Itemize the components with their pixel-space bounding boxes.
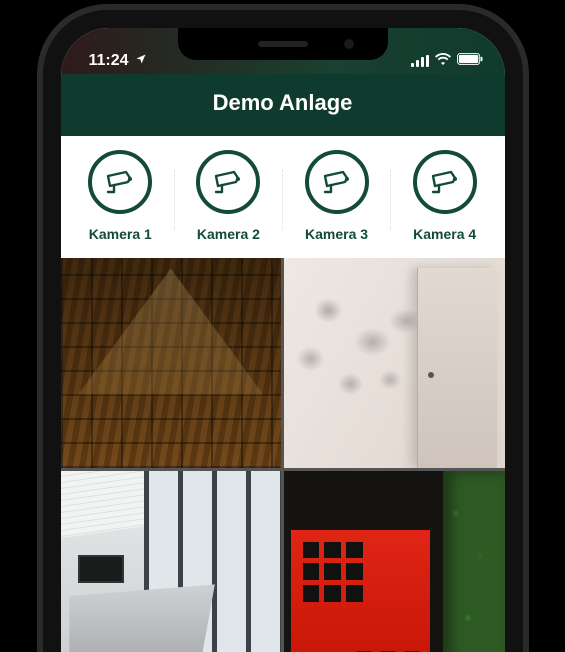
camera-icon bbox=[305, 150, 369, 214]
divider bbox=[390, 170, 391, 230]
camera-feed-2[interactable] bbox=[284, 258, 505, 468]
camera-tab-3[interactable]: Kamera 3 bbox=[287, 150, 387, 242]
divider bbox=[282, 170, 283, 230]
camera-label: Kamera 3 bbox=[305, 226, 368, 242]
camera-icon bbox=[196, 150, 260, 214]
camera-tab-2[interactable]: Kamera 2 bbox=[178, 150, 278, 242]
camera-feed-3[interactable] bbox=[61, 471, 282, 652]
camera-label: Kamera 1 bbox=[89, 226, 152, 242]
camera-feeds-grid bbox=[61, 258, 505, 652]
camera-tab-4[interactable]: Kamera 4 bbox=[395, 150, 495, 242]
camera-feed-4[interactable] bbox=[284, 471, 505, 652]
phone-screen: 11:24 bbox=[61, 28, 505, 652]
camera-icon bbox=[413, 150, 477, 214]
app-header: Demo Anlage bbox=[61, 74, 505, 136]
cellular-icon bbox=[411, 55, 429, 67]
status-time: 11:24 bbox=[89, 52, 129, 70]
camera-label: Kamera 4 bbox=[413, 226, 476, 242]
frame-background: 11:24 bbox=[0, 0, 565, 652]
device-notch bbox=[178, 28, 388, 60]
wifi-icon bbox=[435, 52, 451, 70]
camera-feed-1[interactable] bbox=[61, 258, 282, 468]
camera-tab-1[interactable]: Kamera 1 bbox=[70, 150, 170, 242]
camera-picker-row: Kamera 1 Kamera 2 bbox=[61, 136, 505, 258]
page-title: Demo Anlage bbox=[213, 90, 353, 115]
divider bbox=[174, 170, 175, 230]
battery-icon bbox=[457, 52, 483, 70]
camera-icon bbox=[88, 150, 152, 214]
phone-device: 11:24 bbox=[43, 10, 523, 652]
location-icon bbox=[135, 52, 147, 70]
camera-label: Kamera 2 bbox=[197, 226, 260, 242]
